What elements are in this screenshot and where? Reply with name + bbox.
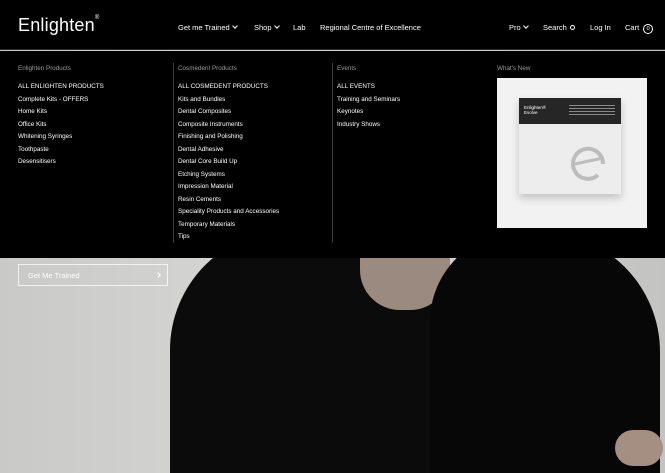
menu-link[interactable]: Impression Material <box>178 181 279 194</box>
cart-button[interactable]: Cart 0 <box>625 23 654 34</box>
menu-link[interactable]: Composite Instruments <box>178 119 279 132</box>
login-link[interactable]: Log In <box>590 23 611 32</box>
menu-column-title: Events <box>337 65 357 72</box>
menu-link[interactable]: Resin Cements <box>178 194 279 207</box>
enlighten-e-logo-icon <box>571 146 606 181</box>
nav-shop[interactable]: Shop <box>254 23 280 32</box>
menu-link[interactable]: Dental Adhesive <box>178 144 279 157</box>
menu-link[interactable]: Kits and Bundles <box>178 94 279 107</box>
shop-mega-menu: Enlighten Products ALL ENLIGHTEN PRODUCT… <box>0 51 665 258</box>
menu-link[interactable]: Whitening Syringes <box>18 131 104 144</box>
menu-link[interactable]: Keynotes <box>337 106 400 119</box>
menu-column-title: Enlighten Products <box>18 65 71 72</box>
hero-hand <box>615 430 663 466</box>
site-logo[interactable]: Enlighten® <box>18 15 99 36</box>
menu-link[interactable]: Dental Core Build Up <box>178 156 279 169</box>
menu-link[interactable]: ALL ENLIGHTEN PRODUCTS <box>18 81 104 94</box>
menu-link[interactable]: Complete Kits - OFFERS <box>18 94 104 107</box>
menu-link[interactable]: Speciality Products and Accessories <box>178 206 279 219</box>
nav-pro[interactable]: Pro <box>509 23 529 32</box>
product-box: Enlighten® Evolve <box>519 98 621 194</box>
menu-divider <box>332 63 333 243</box>
menu-column-title: Cosmedent Products <box>178 65 237 72</box>
menu-link[interactable]: Industry Shows <box>337 119 400 132</box>
menu-link[interactable]: Training and Seminars <box>337 94 400 107</box>
chevron-down-icon <box>273 23 280 29</box>
whats-new-promo-image[interactable]: Enlighten® Evolve <box>497 78 647 228</box>
search-icon <box>569 25 575 30</box>
chevron-right-icon <box>155 272 161 278</box>
menu-link[interactable]: ALL EVENTS <box>337 81 400 94</box>
chevron-down-icon <box>522 23 529 29</box>
menu-column-enlighten: Enlighten Products ALL ENLIGHTEN PRODUCT… <box>18 65 104 169</box>
menu-column-cosmedent: Cosmedent Products ALL COSMEDENT PRODUCT… <box>178 65 279 244</box>
menu-link[interactable]: Home Kits <box>18 106 104 119</box>
menu-column-events: Events ALL EVENTS Training and Seminars … <box>337 65 400 131</box>
nav-regional-centre[interactable]: Regional Centre of Excellence <box>320 23 421 32</box>
menu-link[interactable]: Desensitisers <box>18 156 104 169</box>
menu-link[interactable]: Temporary Materials <box>178 219 279 232</box>
menu-link[interactable]: Etching Systems <box>178 169 279 182</box>
chevron-down-icon <box>231 23 238 29</box>
nav-get-me-trained[interactable]: Get me Trained <box>178 23 238 32</box>
menu-column-title: What's New <box>497 65 531 72</box>
site-header: Enlighten® Get me Trained Shop Lab Regio… <box>0 0 665 50</box>
menu-link[interactable]: ALL COSMEDENT PRODUCTS <box>178 81 279 94</box>
get-me-trained-button[interactable]: Get Me Trained <box>18 264 168 286</box>
menu-divider <box>173 63 174 243</box>
cart-count-badge: 0 <box>643 24 654 34</box>
menu-link[interactable]: Tips <box>178 231 279 244</box>
search-button[interactable]: Search <box>543 23 575 32</box>
menu-link[interactable]: Office Kits <box>18 119 104 132</box>
nav-lab[interactable]: Lab <box>293 23 306 32</box>
menu-link[interactable]: Finishing and Polishing <box>178 131 279 144</box>
menu-link[interactable]: Dental Composites <box>178 106 279 119</box>
menu-link[interactable]: Toothpaste <box>18 144 104 157</box>
